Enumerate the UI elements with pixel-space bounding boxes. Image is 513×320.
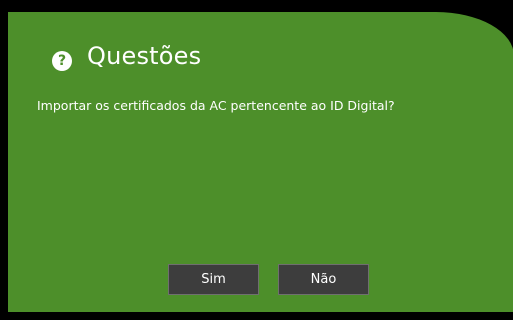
window-frame: ? Questões Importar os certificados da A… [0,0,513,320]
dialog-title: Questões [87,42,202,70]
question-circle-icon: ? [52,51,72,71]
no-button[interactable]: Não [278,264,369,295]
dialog-message: Importar os certificados da AC pertencen… [37,98,395,113]
question-dialog: ? Questões Importar os certificados da A… [8,12,513,312]
yes-button[interactable]: Sim [168,264,259,295]
